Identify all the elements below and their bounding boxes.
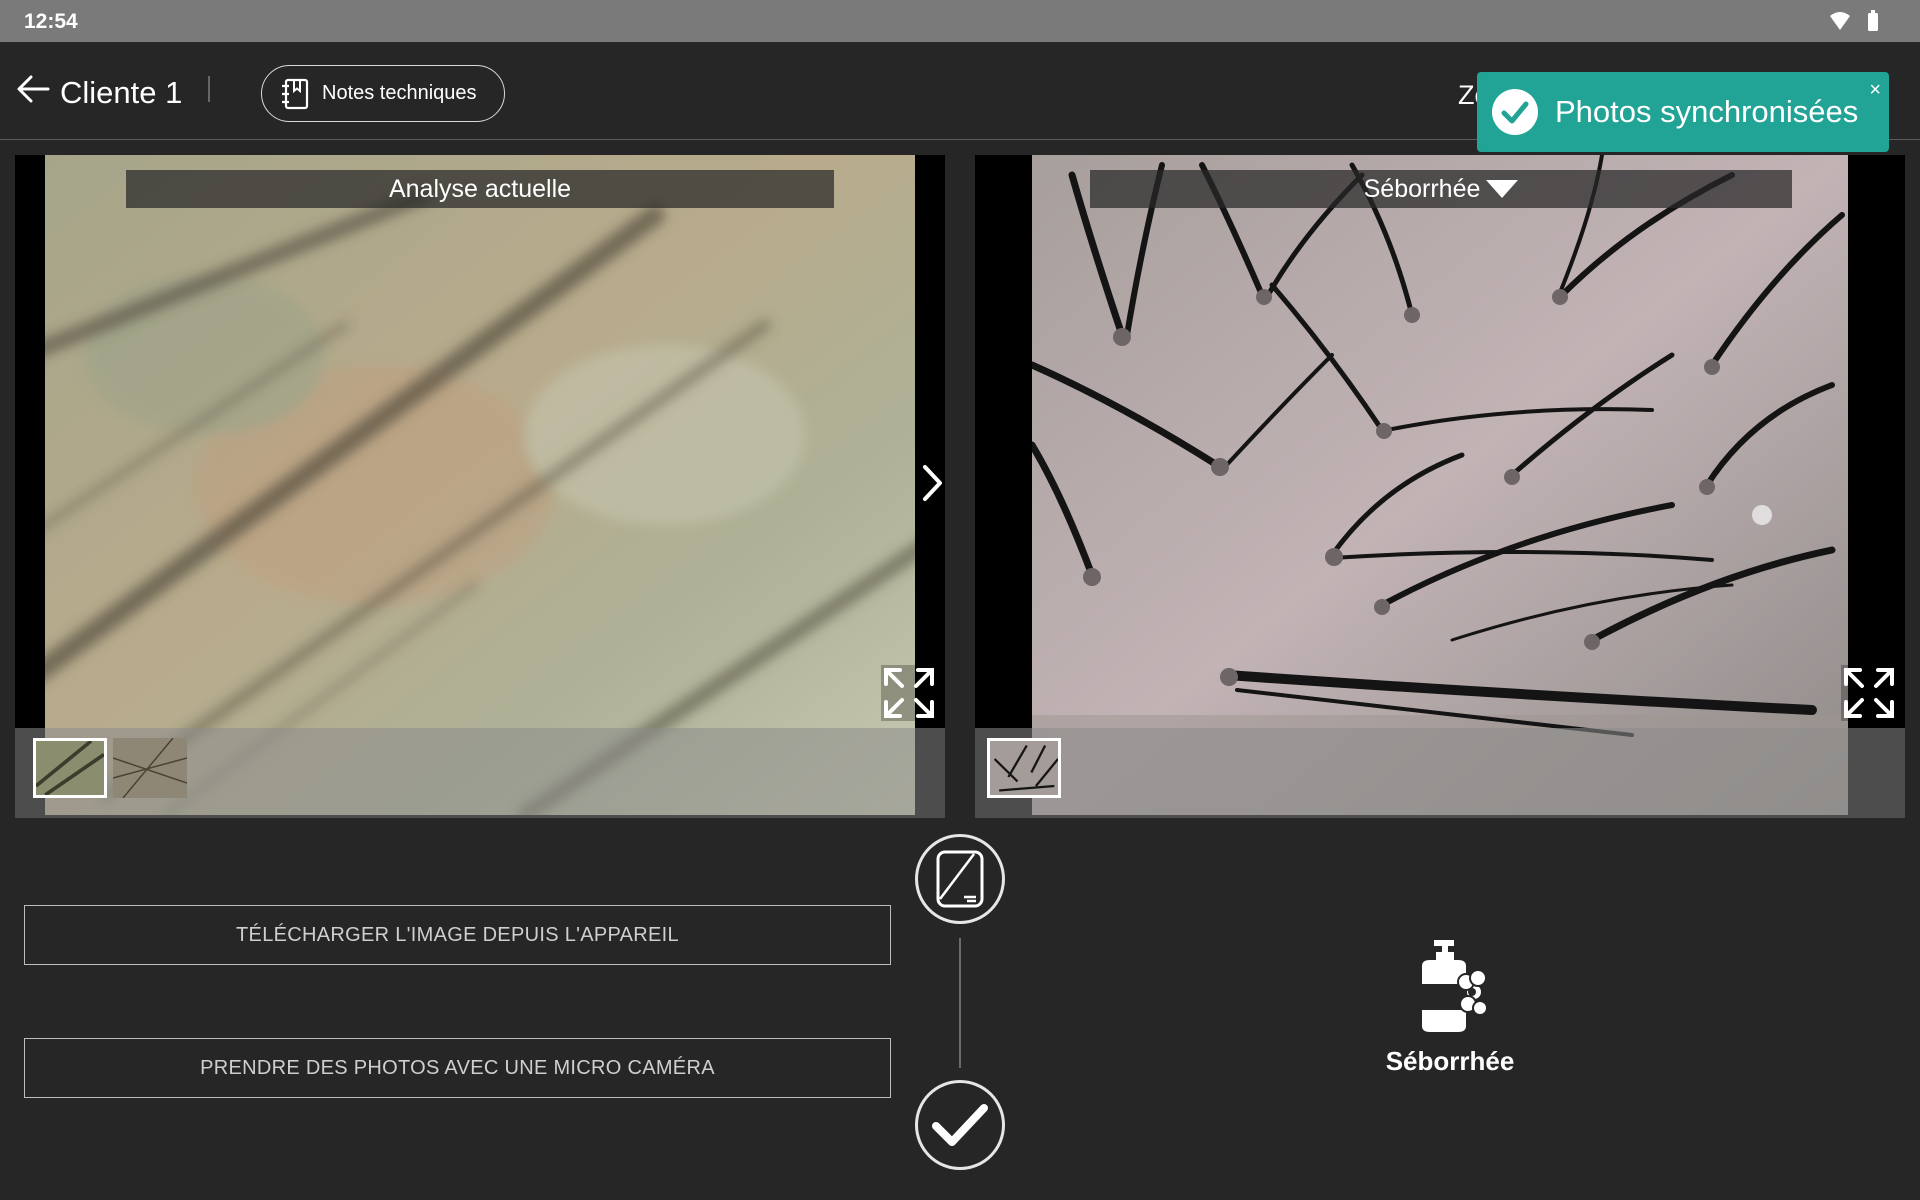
header-divider [208,76,210,102]
toast-close-button[interactable]: × [1869,80,1881,100]
link-connector [959,938,961,1068]
expand-icon[interactable] [1841,665,1897,721]
download-image-button[interactable]: TÉLÉCHARGER L'IMAGE DEPUIS L'APPAREIL [24,905,891,965]
tablet-icon [936,850,984,908]
notes-techniques-button[interactable]: Notes techniques [261,65,505,122]
notebook-icon [282,78,309,109]
product-name: Séborrhée [1385,1046,1515,1076]
sync-toast: Photos synchronisées × [1477,72,1889,152]
reference-photo[interactable] [1032,155,1848,815]
check-circle-icon [1492,89,1538,135]
toast-message: Photos synchronisées [1555,94,1859,129]
notes-button-label: Notes techniques [322,82,477,104]
thumbnail-reference-1[interactable] [987,738,1061,798]
checkmark-icon [932,1104,988,1146]
current-analysis-photo[interactable] [45,155,915,815]
right-thumbnail-strip [975,728,1905,818]
caret-down-icon [1486,180,1519,198]
reference-title-dropdown[interactable]: Séborrhée [1090,170,1792,208]
status-bar: 12:54 [0,0,1920,42]
thumbnail-current-1[interactable] [33,738,107,798]
wifi-icon [1830,12,1850,30]
shampoo-bottle-icon [1422,940,1488,1032]
expand-icon[interactable] [881,665,937,721]
device-link-button[interactable] [915,834,1005,924]
current-analysis-panel: Analyse actuelle [15,155,945,818]
back-arrow-icon[interactable] [16,74,50,104]
chevron-right-icon[interactable] [920,463,944,503]
current-analysis-title: Analyse actuelle [126,170,834,208]
left-thumbnail-strip [15,728,945,818]
thumbnail-current-2[interactable] [113,738,187,798]
client-name: Cliente 1 [60,75,183,110]
battery-icon [1868,13,1878,31]
reference-panel: Séborrhée [975,155,1905,818]
micro-camera-button[interactable]: PRENDRE DES PHOTOS AVEC UNE MICRO CAMÉRA [24,1038,891,1098]
system-icons [1830,10,1878,31]
status-time: 12:54 [24,10,78,33]
reference-title-label: Séborrhée [1363,174,1481,203]
validate-button[interactable] [915,1080,1005,1170]
